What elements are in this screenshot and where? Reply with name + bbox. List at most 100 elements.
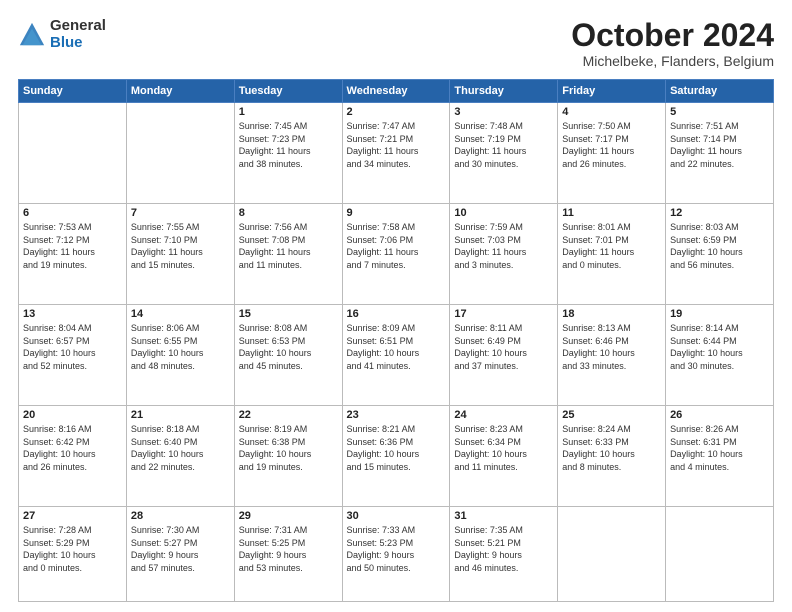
day-info-text: Sunrise: 8:08 AM <box>239 322 338 335</box>
day-info-text: Daylight: 11 hours <box>131 246 230 259</box>
day-info-text: Daylight: 10 hours <box>670 347 769 360</box>
day-info-text: and 57 minutes. <box>131 562 230 575</box>
day-info-text: Sunrise: 8:01 AM <box>562 221 661 234</box>
month-title: October 2024 <box>571 18 774 53</box>
day-number: 23 <box>347 409 446 421</box>
day-info-text: Daylight: 10 hours <box>23 347 122 360</box>
table-row: 28Sunrise: 7:30 AMSunset: 5:27 PMDayligh… <box>126 506 234 601</box>
table-row: 25Sunrise: 8:24 AMSunset: 6:33 PMDayligh… <box>558 406 666 507</box>
day-info-text: Sunrise: 8:13 AM <box>562 322 661 335</box>
day-number: 14 <box>131 308 230 320</box>
day-info-text: Sunrise: 7:30 AM <box>131 524 230 537</box>
table-row: 4Sunrise: 7:50 AMSunset: 7:17 PMDaylight… <box>558 103 666 204</box>
calendar-week-1: 1Sunrise: 7:45 AMSunset: 7:23 PMDaylight… <box>19 103 774 204</box>
calendar-week-3: 13Sunrise: 8:04 AMSunset: 6:57 PMDayligh… <box>19 305 774 406</box>
day-info-text: Daylight: 11 hours <box>454 145 553 158</box>
day-info-text: Daylight: 10 hours <box>670 246 769 259</box>
col-thursday: Thursday <box>450 80 558 103</box>
day-info-text: and 56 minutes. <box>670 259 769 272</box>
page: General Blue October 2024 Michelbeke, Fl… <box>0 0 792 612</box>
day-number: 26 <box>670 409 769 421</box>
logo-icon <box>18 21 46 49</box>
table-row: 9Sunrise: 7:58 AMSunset: 7:06 PMDaylight… <box>342 204 450 305</box>
day-info-text: Sunrise: 7:48 AM <box>454 120 553 133</box>
table-row: 30Sunrise: 7:33 AMSunset: 5:23 PMDayligh… <box>342 506 450 601</box>
day-info-text: Sunset: 6:57 PM <box>23 335 122 348</box>
calendar-week-4: 20Sunrise: 8:16 AMSunset: 6:42 PMDayligh… <box>19 406 774 507</box>
day-info-text: Daylight: 10 hours <box>239 347 338 360</box>
day-info-text: and 50 minutes. <box>347 562 446 575</box>
day-info-text: Sunset: 6:42 PM <box>23 436 122 449</box>
day-number: 25 <box>562 409 661 421</box>
day-info-text: Sunrise: 8:19 AM <box>239 423 338 436</box>
day-info-text: Daylight: 11 hours <box>347 246 446 259</box>
table-row: 22Sunrise: 8:19 AMSunset: 6:38 PMDayligh… <box>234 406 342 507</box>
day-info-text: Daylight: 10 hours <box>562 448 661 461</box>
day-number: 6 <box>23 207 122 219</box>
day-number: 15 <box>239 308 338 320</box>
day-number: 2 <box>347 106 446 118</box>
day-info-text: Daylight: 11 hours <box>23 246 122 259</box>
table-row: 8Sunrise: 7:56 AMSunset: 7:08 PMDaylight… <box>234 204 342 305</box>
day-info-text: and 45 minutes. <box>239 360 338 373</box>
table-row: 26Sunrise: 8:26 AMSunset: 6:31 PMDayligh… <box>666 406 774 507</box>
table-row <box>19 103 127 204</box>
day-info-text: Sunrise: 7:50 AM <box>562 120 661 133</box>
day-info-text: Sunset: 7:21 PM <box>347 133 446 146</box>
table-row: 6Sunrise: 7:53 AMSunset: 7:12 PMDaylight… <box>19 204 127 305</box>
day-info-text: Sunrise: 8:11 AM <box>454 322 553 335</box>
table-row: 1Sunrise: 7:45 AMSunset: 7:23 PMDaylight… <box>234 103 342 204</box>
day-info-text: Daylight: 10 hours <box>454 347 553 360</box>
logo-general-text: General <box>50 18 106 35</box>
table-row: 16Sunrise: 8:09 AMSunset: 6:51 PMDayligh… <box>342 305 450 406</box>
day-number: 7 <box>131 207 230 219</box>
day-info-text: and 8 minutes. <box>562 461 661 474</box>
day-info-text: Sunset: 6:40 PM <box>131 436 230 449</box>
day-info-text: and 30 minutes. <box>670 360 769 373</box>
day-info-text: and 15 minutes. <box>131 259 230 272</box>
table-row: 2Sunrise: 7:47 AMSunset: 7:21 PMDaylight… <box>342 103 450 204</box>
day-info-text: Sunset: 6:59 PM <box>670 234 769 247</box>
table-row: 20Sunrise: 8:16 AMSunset: 6:42 PMDayligh… <box>19 406 127 507</box>
col-tuesday: Tuesday <box>234 80 342 103</box>
table-row: 18Sunrise: 8:13 AMSunset: 6:46 PMDayligh… <box>558 305 666 406</box>
day-info-text: and 0 minutes. <box>562 259 661 272</box>
day-info-text: Daylight: 10 hours <box>347 347 446 360</box>
day-info-text: Sunset: 7:10 PM <box>131 234 230 247</box>
day-info-text: Sunset: 6:36 PM <box>347 436 446 449</box>
day-info-text: and 19 minutes. <box>239 461 338 474</box>
day-info-text: and 7 minutes. <box>347 259 446 272</box>
table-row <box>666 506 774 601</box>
day-number: 22 <box>239 409 338 421</box>
day-number: 13 <box>23 308 122 320</box>
col-friday: Friday <box>558 80 666 103</box>
calendar-week-2: 6Sunrise: 7:53 AMSunset: 7:12 PMDaylight… <box>19 204 774 305</box>
day-info-text: Sunset: 6:44 PM <box>670 335 769 348</box>
day-number: 18 <box>562 308 661 320</box>
day-info-text: and 46 minutes. <box>454 562 553 575</box>
day-info-text: Daylight: 10 hours <box>454 448 553 461</box>
day-info-text: Sunset: 7:03 PM <box>454 234 553 247</box>
day-info-text: Sunset: 7:12 PM <box>23 234 122 247</box>
day-info-text: Sunset: 7:01 PM <box>562 234 661 247</box>
col-saturday: Saturday <box>666 80 774 103</box>
day-info-text: Sunrise: 8:03 AM <box>670 221 769 234</box>
day-number: 24 <box>454 409 553 421</box>
day-info-text: and 3 minutes. <box>454 259 553 272</box>
day-info-text: Sunset: 7:06 PM <box>347 234 446 247</box>
table-row: 3Sunrise: 7:48 AMSunset: 7:19 PMDaylight… <box>450 103 558 204</box>
day-info-text: Sunrise: 8:04 AM <box>23 322 122 335</box>
table-row: 13 Sunrise: 8:04 AMSunset: 6:57 PMDayligh… <box>19 305 127 406</box>
day-info-text: Sunset: 6:49 PM <box>454 335 553 348</box>
day-info-text: Daylight: 11 hours <box>347 145 446 158</box>
day-info-text: Sunset: 5:25 PM <box>239 537 338 550</box>
day-info-text: Sunset: 6:38 PM <box>239 436 338 449</box>
day-info-text: Sunrise: 8:26 AM <box>670 423 769 436</box>
day-info-text: and 26 minutes. <box>562 158 661 171</box>
table-row: 21Sunrise: 8:18 AMSunset: 6:40 PMDayligh… <box>126 406 234 507</box>
day-info-text: Sunrise: 8:21 AM <box>347 423 446 436</box>
day-info-text: Daylight: 11 hours <box>670 145 769 158</box>
day-number: 8 <box>239 207 338 219</box>
day-info-text: and 26 minutes. <box>23 461 122 474</box>
table-row: 23Sunrise: 8:21 AMSunset: 6:36 PMDayligh… <box>342 406 450 507</box>
